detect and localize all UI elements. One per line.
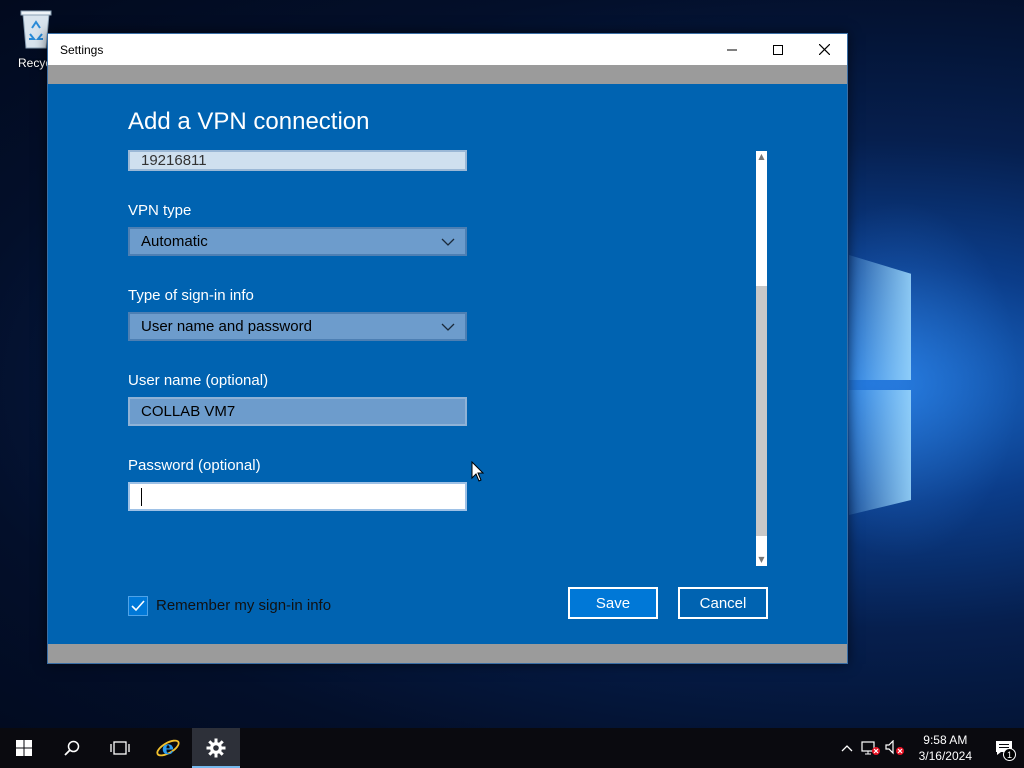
- wallpaper-beam-lower: [849, 390, 911, 515]
- start-button[interactable]: [0, 728, 48, 768]
- settings-taskbar-button[interactable]: [192, 728, 240, 768]
- server-address-field[interactable]: 19216811: [128, 150, 467, 171]
- windows-logo-icon: [16, 740, 32, 756]
- show-hidden-icons-button[interactable]: [835, 728, 859, 768]
- scroll-down-icon[interactable]: ▼: [756, 554, 767, 566]
- username-label: User name (optional): [128, 372, 269, 389]
- text-caret: [141, 487, 142, 506]
- network-status-button[interactable]: [859, 728, 883, 768]
- internet-explorer-button[interactable]: e: [144, 728, 192, 768]
- vpn-settings-panel: Add a VPN connection 19216811 VPN type A…: [48, 84, 847, 644]
- password-label: Password (optional): [128, 457, 261, 474]
- scroll-up-icon[interactable]: ▲: [756, 151, 767, 163]
- volume-muted-icon: [885, 740, 904, 755]
- window-title: Settings: [60, 42, 104, 57]
- clock-time: 9:58 AM: [923, 733, 968, 747]
- maximize-icon: [773, 44, 783, 55]
- vpn-type-value: Automatic: [141, 233, 208, 250]
- chevron-down-icon: [441, 238, 455, 246]
- notification-count-badge: 1: [1003, 748, 1016, 761]
- remember-signin-checkbox[interactable]: [128, 596, 148, 616]
- minimize-button[interactable]: [709, 34, 755, 65]
- close-button[interactable]: [801, 34, 847, 65]
- wallpaper-beam-upper: [849, 255, 911, 380]
- username-input[interactable]: COLLAB VM7: [128, 397, 467, 426]
- mouse-pointer-icon: [471, 461, 485, 482]
- checkmark-icon: [131, 600, 145, 612]
- svg-text:e: e: [162, 737, 174, 759]
- window-top-band: [48, 65, 847, 84]
- taskbar: e 9:58 AM 3/16/2024 1: [0, 728, 1024, 768]
- clock-date: 3/16/2024: [918, 749, 972, 763]
- window-titlebar[interactable]: Settings: [48, 34, 847, 65]
- clock[interactable]: 9:58 AM 3/16/2024: [907, 732, 984, 764]
- minimize-icon: [727, 49, 737, 50]
- task-view-button[interactable]: [96, 728, 144, 768]
- chevron-up-icon: [841, 745, 853, 752]
- vpn-type-label: VPN type: [128, 202, 192, 219]
- save-button[interactable]: Save: [568, 587, 658, 619]
- volume-button[interactable]: [883, 728, 907, 768]
- maximize-button[interactable]: [755, 34, 801, 65]
- network-disconnected-icon: [861, 741, 880, 755]
- internet-explorer-icon: e: [156, 737, 180, 759]
- remember-signin-label: Remember my sign-in info: [156, 597, 332, 614]
- username-value: COLLAB VM7: [141, 403, 236, 420]
- settings-window: Settings Add a VPN connection 19216811 V…: [47, 33, 848, 664]
- password-input[interactable]: [128, 482, 467, 511]
- cancel-button[interactable]: Cancel: [678, 587, 768, 619]
- search-button[interactable]: [48, 728, 96, 768]
- signin-type-value: User name and password: [141, 318, 312, 335]
- scroll-thumb[interactable]: [756, 286, 767, 536]
- vertical-scrollbar[interactable]: ▲ ▼: [756, 151, 767, 566]
- task-view-icon: [110, 741, 130, 755]
- signin-type-dropdown[interactable]: User name and password: [128, 312, 467, 341]
- close-icon: [818, 44, 830, 55]
- window-bottom-band: [48, 644, 847, 663]
- system-tray: 9:58 AM 3/16/2024 1: [835, 728, 1024, 768]
- vpn-type-dropdown[interactable]: Automatic: [128, 227, 467, 256]
- gear-icon: [206, 738, 226, 758]
- search-icon: [64, 740, 80, 756]
- page-title: Add a VPN connection: [128, 108, 370, 135]
- signin-type-label: Type of sign-in info: [128, 287, 254, 304]
- action-center-button[interactable]: 1: [984, 728, 1024, 768]
- chevron-down-icon: [441, 323, 455, 331]
